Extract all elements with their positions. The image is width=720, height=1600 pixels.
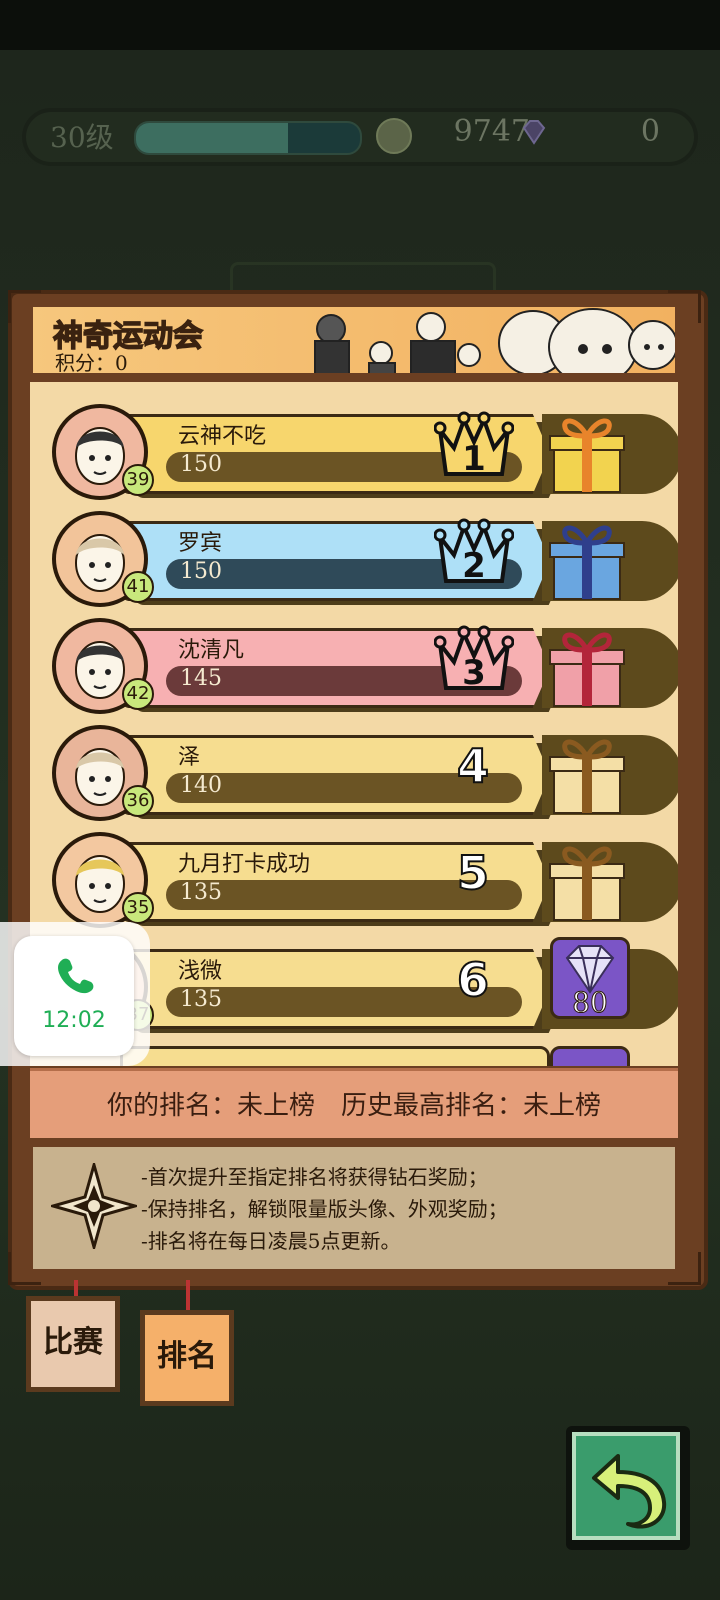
player-score: 145 — [180, 666, 222, 691]
rank-number: 1 — [462, 439, 486, 479]
system-status-bar — [0, 0, 720, 50]
gift-box-icon[interactable] — [546, 410, 628, 496]
player-level-badge: 41 — [122, 571, 154, 603]
rank-number: 6 — [456, 952, 490, 1008]
back-button[interactable] — [572, 1432, 680, 1540]
player-level-badge: 39 — [122, 464, 154, 496]
crown-rank-icon: 2 — [434, 518, 514, 586]
gift-box-icon[interactable] — [546, 731, 628, 817]
gift-box-icon[interactable] — [546, 624, 628, 710]
crown-rank-icon: 3 — [434, 625, 514, 693]
ranking-row[interactable]: 罗宾 150 41 2 — [30, 499, 678, 607]
tab-hanger-string — [186, 1280, 190, 1312]
rank-number: 2 — [462, 546, 486, 586]
gift-box-icon[interactable] — [546, 517, 628, 603]
player-level-badge: 42 — [122, 678, 154, 710]
rank-number: 3 — [462, 653, 486, 693]
compass-icon — [51, 1163, 137, 1249]
ranking-row[interactable]: 沈清凡 145 42 3 — [30, 606, 678, 714]
gift-box-icon[interactable] — [546, 838, 628, 924]
rules-info-box: -首次提升至指定排名将获得钻石奖励； -保持排名，解锁限量版头像、外观奖励； -… — [30, 1144, 678, 1272]
diamond-reward-partial — [550, 1046, 630, 1066]
player-name: 九月打卡成功 — [178, 852, 311, 877]
gem-count: 0 — [640, 114, 660, 149]
player-name: 浅微 — [178, 959, 223, 984]
player-level-badge: 35 — [122, 892, 154, 924]
tab-match[interactable]: 比赛 — [26, 1296, 120, 1392]
player-name: 泽 — [178, 745, 201, 770]
rule-line: -首次提升至指定排名将获得钻石奖励； — [141, 1165, 488, 1189]
player-name: 罗宾 — [178, 531, 223, 556]
player-level: 30级 — [50, 121, 114, 154]
xp-progress-fill — [136, 123, 289, 153]
ranking-row-partial — [120, 1046, 550, 1066]
xp-progress-bar — [134, 121, 362, 155]
coin-count: 9747 — [453, 114, 530, 149]
call-widget-card[interactable] — [14, 936, 134, 1056]
ranking-row[interactable]: 泽 140 36 4 — [30, 713, 678, 821]
rank-number: 5 — [456, 845, 490, 901]
phone-icon — [58, 958, 94, 994]
ranking-row[interactable]: 九月打卡成功 135 35 5 — [30, 820, 678, 928]
my-rank-text: 你的排名：未上榜 历史最高排名：未上榜 — [106, 1091, 601, 1121]
rule-line: -保持排名，解锁限量版头像、外观奖励； — [141, 1197, 508, 1221]
player-score: 135 — [180, 880, 222, 905]
ranking-row[interactable]: 云神不吃 150 39 1 — [30, 392, 678, 500]
player-score: 150 — [180, 452, 222, 477]
event-score: 积分：0 — [55, 351, 128, 375]
coin-icon — [376, 118, 412, 154]
my-rank-bar: 你的排名：未上榜 历史最高排名：未上榜 — [30, 1068, 678, 1138]
diamond-reward[interactable]: 80 — [550, 937, 630, 1020]
player-name: 云神不吃 — [178, 424, 267, 449]
event-header: 神奇运动会 积分：0 — [30, 304, 678, 376]
player-name: 沈清凡 — [178, 638, 245, 663]
crown-rank-icon: 1 — [434, 411, 514, 479]
characters-banner-art — [314, 308, 675, 373]
player-score: 135 — [180, 987, 222, 1012]
player-score: 140 — [180, 773, 222, 798]
player-score: 150 — [180, 559, 222, 584]
diamond-reward-amount: 80 — [572, 986, 609, 1020]
call-duration: 12:02 — [42, 1008, 106, 1033]
back-arrow-icon — [592, 1454, 667, 1529]
rule-line: -排名将在每日凌晨5点更新。 — [141, 1229, 401, 1253]
player-level-badge: 36 — [122, 785, 154, 817]
gem-icon — [522, 120, 546, 145]
tab-ranking[interactable]: 排名 — [140, 1310, 234, 1406]
rank-number: 4 — [456, 738, 490, 794]
